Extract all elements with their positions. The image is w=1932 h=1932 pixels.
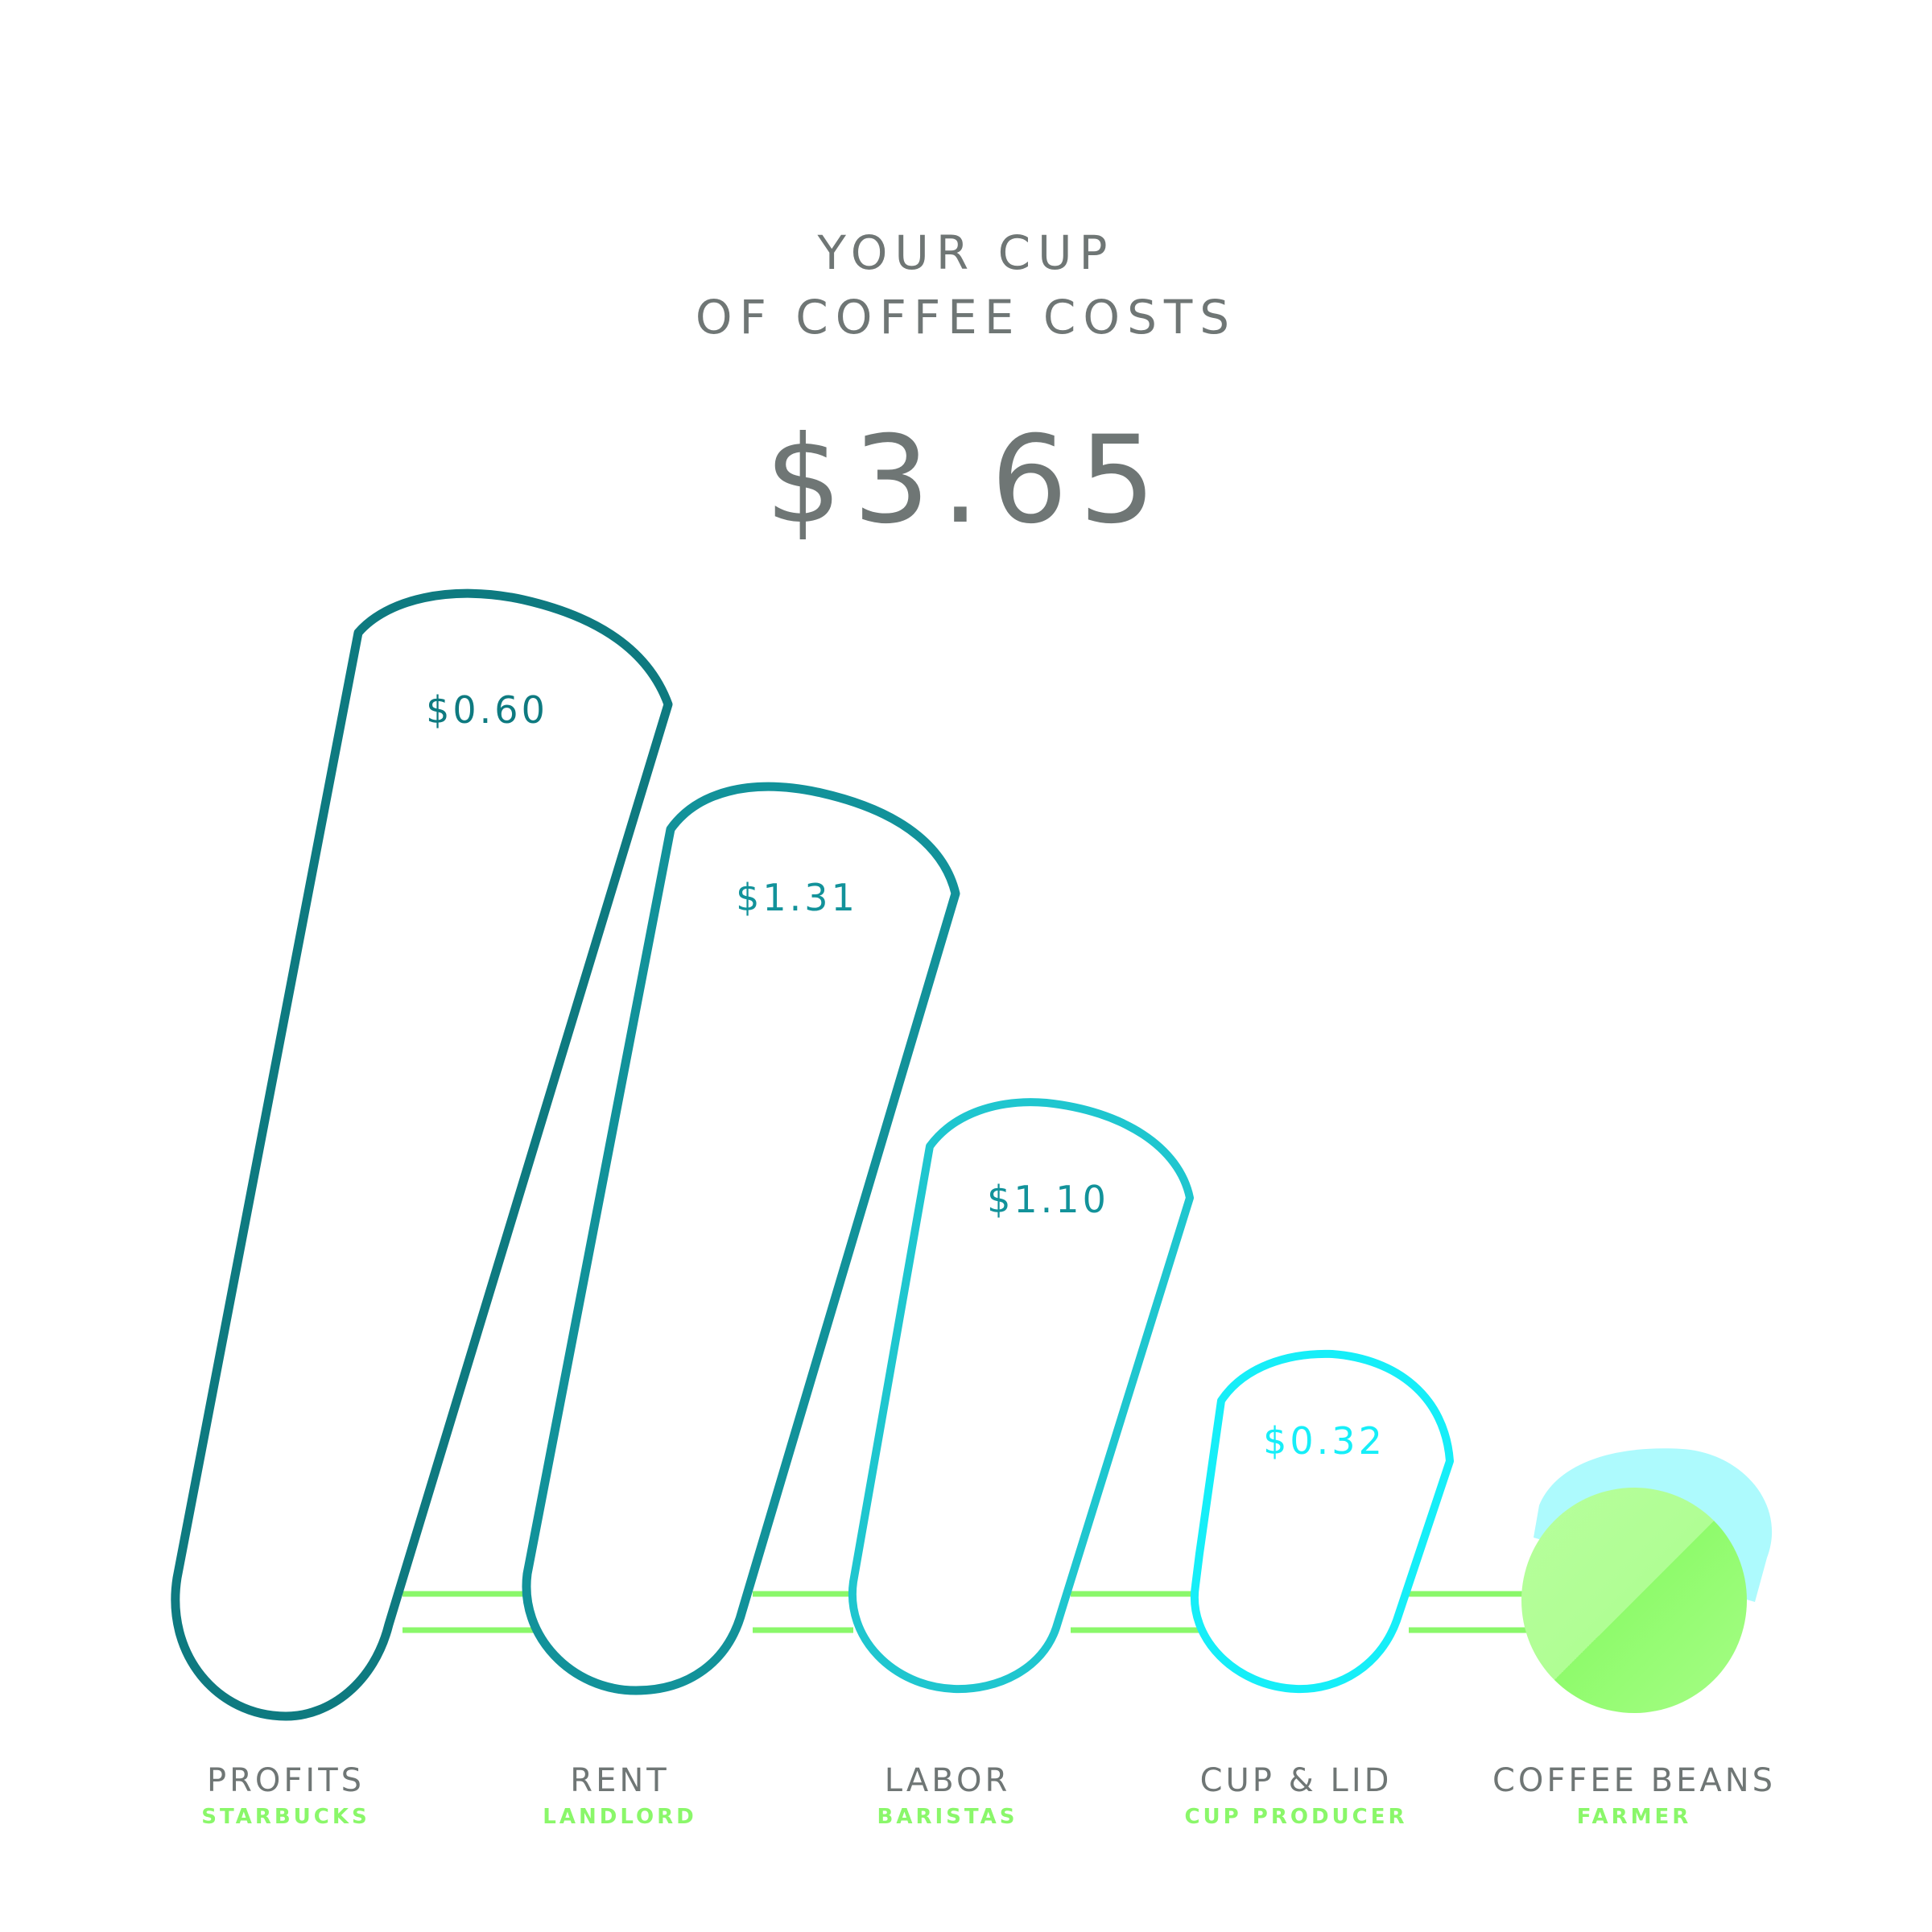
- sub-label-landlord: LANDLORD: [543, 1805, 696, 1829]
- cost-breakdown-chart: $0.60 $1.31 $1.10 $0.32 PROFITS STARBUCKS REN…: [171, 588, 1776, 1829]
- category-label-coffee-beans: COFFEE BEANS: [1492, 1762, 1776, 1799]
- sub-label-starbucks: STARBUCKS: [201, 1805, 369, 1829]
- category-label-profits: PROFITS: [207, 1762, 365, 1799]
- bar-cup-and-lid: [1190, 1349, 1454, 1694]
- value-label-cup-and-lid: $0.32: [1263, 1419, 1385, 1463]
- bar-coffee-beans: [1521, 1448, 1773, 1713]
- value-label-profits: $0.60: [426, 688, 548, 732]
- value-label-labor: $1.10: [987, 1178, 1109, 1221]
- value-label-rent: $1.31: [736, 876, 858, 919]
- category-label-labor: LABOR: [885, 1762, 1011, 1799]
- coffee-bean-circle: [1521, 1488, 1747, 1713]
- sub-label-cup-producer: CUP PRODUCER: [1184, 1805, 1407, 1829]
- category-label-rent: RENT: [570, 1762, 669, 1799]
- sub-label-baristas: BARISTAS: [877, 1805, 1018, 1829]
- sub-label-farmer: FARMER: [1577, 1805, 1692, 1829]
- category-label-cup-and-lid: CUP & LID: [1200, 1762, 1393, 1799]
